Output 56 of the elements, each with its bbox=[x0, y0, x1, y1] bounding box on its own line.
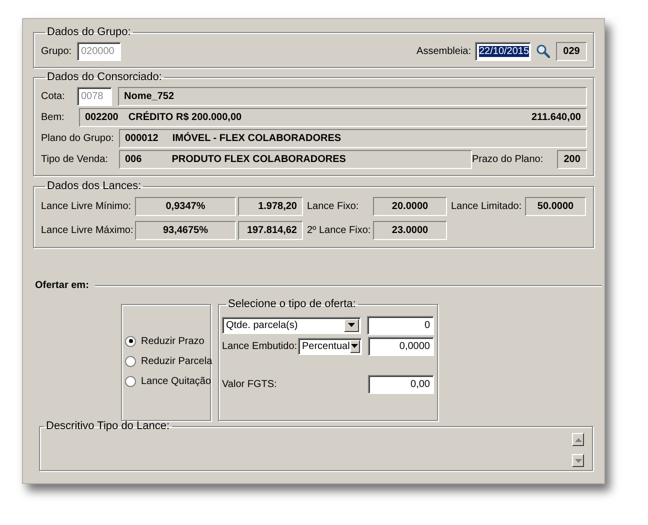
input-field[interactable]: 0 bbox=[367, 316, 434, 334]
input-field[interactable]: 0,00 bbox=[368, 374, 434, 394]
group-title: Dados dos Lances: bbox=[46, 180, 142, 193]
scroll-down-button[interactable] bbox=[572, 454, 584, 467]
field-label: Bem: bbox=[41, 110, 66, 124]
search-icon[interactable] bbox=[536, 44, 550, 58]
field-label: Grupo: bbox=[41, 44, 73, 58]
readonly-field: Nome_752 bbox=[118, 86, 587, 106]
amount-text: 211.640,00 bbox=[532, 110, 581, 124]
field-label: Lance Livre Mínimo: bbox=[41, 200, 132, 213]
group-title: Selecione o tipo de oferta: bbox=[227, 298, 357, 311]
input-field[interactable]: 0,0000 bbox=[368, 336, 434, 356]
field-label: Lance Limitado: bbox=[450, 200, 523, 213]
group-title: Descritivo Tipo do Lance: bbox=[45, 420, 171, 433]
radio-option[interactable]: Reduzir Parcela bbox=[125, 351, 210, 371]
readonly-field: 1.978,20 bbox=[238, 197, 303, 216]
dropdown[interactable]: Qtde. parcela(s) bbox=[222, 316, 362, 334]
readonly-field: 029 bbox=[556, 42, 587, 60]
readonly-field: 197.814,62 bbox=[238, 221, 303, 240]
group-title: Dados do Consorciado: bbox=[46, 71, 163, 84]
field-label: Assembleia: bbox=[416, 44, 471, 58]
field-label: 2º Lance Fixo: bbox=[306, 224, 371, 237]
up-arrow-icon bbox=[574, 438, 582, 442]
input-field[interactable]: 22/10/2015 bbox=[475, 42, 531, 60]
field-label: Cota: bbox=[41, 90, 66, 102]
radio-icon[interactable] bbox=[125, 356, 136, 366]
caret-icon bbox=[351, 344, 358, 348]
item-description: PRODUTO FLEX COLABORADORES bbox=[172, 152, 346, 166]
field-label: Lance Fixo: bbox=[306, 200, 360, 213]
readonly-field: 200 bbox=[557, 150, 587, 168]
radio-option[interactable]: Lance Quitação bbox=[125, 371, 210, 391]
item-code: 000012 bbox=[125, 132, 158, 144]
readonly-field: 93,4675% bbox=[135, 221, 236, 240]
field-label: Plano do Grupo: bbox=[41, 132, 115, 144]
down-arrow-icon bbox=[574, 458, 582, 462]
field-label: Prazo do Plano: bbox=[472, 152, 544, 166]
section-title: Ofertar em: bbox=[35, 279, 89, 292]
item-description: IMÓVEL - FLEX COLABORADORES bbox=[172, 132, 342, 144]
field-label: Lance Embutido: bbox=[222, 340, 298, 352]
caret-icon bbox=[348, 323, 356, 327]
field-label: Valor FGTS: bbox=[222, 378, 278, 390]
dropdown[interactable]: Percentual bbox=[298, 338, 362, 354]
radio-icon[interactable] bbox=[125, 336, 136, 346]
radio-icon[interactable] bbox=[125, 376, 136, 386]
readonly-field: 20.0000 bbox=[373, 197, 447, 216]
item-code: 006 bbox=[125, 152, 142, 166]
item-description: CRÉDITO R$ 200.000,00 bbox=[128, 110, 242, 124]
field-label: Lance Livre Máximo: bbox=[41, 224, 133, 237]
readonly-field: 50.0000 bbox=[525, 197, 586, 216]
field-label: Tipo de Venda: bbox=[41, 152, 109, 166]
readonly-field: 23.0000 bbox=[373, 221, 447, 240]
item-code: 002200 bbox=[85, 110, 118, 124]
radio-option[interactable]: Reduzir Prazo bbox=[125, 331, 210, 351]
readonly-field: 0,9347% bbox=[135, 197, 236, 216]
scroll-up-button[interactable] bbox=[572, 433, 584, 446]
group-title: Dados do Grupo: bbox=[46, 26, 132, 39]
